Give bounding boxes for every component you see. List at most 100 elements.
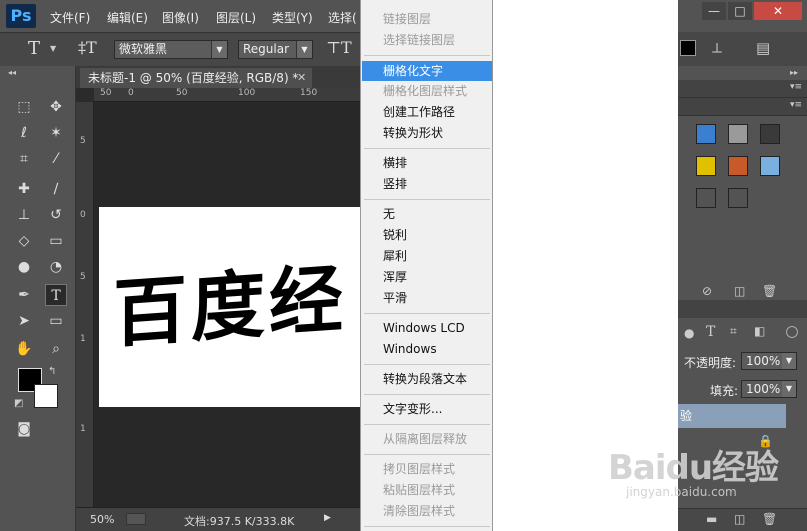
history-brush-tool-icon[interactable]: ↺	[45, 204, 67, 226]
font-style-dropdown[interactable]: Regular ▼	[238, 40, 313, 59]
style-swatch[interactable]	[760, 156, 780, 176]
gradient-tool-icon[interactable]: ▭	[45, 230, 67, 252]
character-panel-icon[interactable]: ▤	[756, 39, 770, 57]
default-colors-icon[interactable]: ◩	[14, 398, 23, 409]
text-color-swatch[interactable]	[680, 40, 696, 56]
document-canvas[interactable]: 百度经	[99, 207, 360, 407]
new-style-icon[interactable]: ◫	[734, 284, 745, 298]
menu-item-antialias-crisp[interactable]: 犀利	[362, 246, 492, 266]
menu-item-windows[interactable]: Windows	[362, 339, 492, 359]
zoom-tool-icon[interactable]: ⌕	[45, 338, 67, 360]
menu-item-antialias-smooth[interactable]: 平滑	[362, 288, 492, 308]
dodge-tool-icon[interactable]: ◔	[45, 256, 67, 278]
menu-item-paste-layer-style[interactable]: 粘贴图层样式	[362, 480, 492, 500]
swap-colors-icon[interactable]: ↰	[48, 366, 56, 377]
font-size-icon[interactable]: ⊤T	[326, 38, 352, 57]
menu-edit[interactable]: 编辑(E)	[107, 9, 148, 26]
status-menu-arrow-icon[interactable]: ▶	[324, 513, 331, 523]
menu-type[interactable]: 类型(Y)	[272, 9, 313, 26]
menu-select[interactable]: 选择(	[328, 9, 357, 26]
menu-item-release-isolation[interactable]: 从隔离图层释放	[362, 429, 492, 449]
tool-preset-dropdown-icon[interactable]: ▼	[50, 44, 56, 53]
menu-item-horizontal[interactable]: 横排	[362, 153, 492, 173]
minimize-button[interactable]: —	[702, 2, 726, 20]
menu-item-antialias-strong[interactable]: 浑厚	[362, 267, 492, 287]
zoom-level[interactable]: 50%	[90, 513, 114, 526]
clone-stamp-tool-icon[interactable]: ⊥	[13, 204, 35, 226]
menu-item-convert-to-shape[interactable]: 转换为形状	[362, 123, 492, 143]
panel-header	[678, 80, 807, 98]
type-filter-icon[interactable]: T	[706, 324, 715, 340]
layer-row-text[interactable]: 验	[678, 404, 786, 428]
pen-tool-icon[interactable]: ✒	[13, 284, 35, 306]
lasso-tool-icon[interactable]: ℓ	[13, 122, 35, 144]
warp-text-icon[interactable]: ⟂	[712, 39, 722, 57]
menu-item-windows-lcd[interactable]: Windows LCD	[362, 318, 492, 338]
move-tool-icon[interactable]: ✥	[45, 96, 67, 118]
quick-mask-icon[interactable]: ◙	[13, 418, 35, 440]
canvas-text-layer[interactable]: 百度经	[113, 239, 347, 362]
type-tool-active-icon[interactable]: T	[45, 284, 67, 306]
eyedropper-tool-icon[interactable]: ⁄	[45, 148, 67, 170]
status-bar: 50% 文档:937.5 K/333.8K ▶	[76, 507, 360, 531]
eraser-tool-icon[interactable]: ◇	[13, 230, 35, 252]
menu-item-rasterize-layer-style[interactable]: 栅格化图层样式	[362, 81, 492, 101]
menu-item-select-linked-layers[interactable]: 选择链接图层	[362, 30, 492, 50]
document-tab[interactable]: 未标题-1 @ 50% (百度经验, RGB/8) *	[80, 68, 312, 88]
collapse-panel-icon[interactable]: ◂◂	[8, 68, 16, 77]
menu-item-antialias-sharp[interactable]: 锐利	[362, 225, 492, 245]
healing-brush-tool-icon[interactable]: ✚	[13, 178, 35, 200]
menu-file[interactable]: 文件(F)	[50, 9, 90, 26]
smart-object-filter-icon[interactable]: ◧	[754, 324, 765, 338]
font-family-dropdown[interactable]: 微软雅黑 ▼	[114, 40, 228, 59]
background-color-swatch[interactable]	[34, 384, 58, 408]
style-swatch[interactable]	[696, 124, 716, 144]
style-swatch[interactable]	[696, 156, 716, 176]
style-swatch[interactable]	[728, 156, 748, 176]
type-tool-icon[interactable]: T	[28, 38, 40, 59]
menu-item-warp-text[interactable]: 文字变形...	[362, 399, 492, 419]
menu-item-antialias-none[interactable]: 无	[362, 204, 492, 224]
path-selection-tool-icon[interactable]: ➤	[13, 310, 35, 332]
style-swatch[interactable]	[728, 188, 748, 208]
clear-style-icon[interactable]: ⊘	[702, 284, 712, 298]
close-tab-icon[interactable]: ✕	[297, 71, 306, 84]
layer-name: 验	[680, 409, 693, 423]
style-swatch[interactable]	[696, 188, 716, 208]
panel-menu-icon[interactable]: ▾≡	[790, 82, 802, 92]
crop-tool-icon[interactable]: ⌗	[13, 148, 35, 170]
menu-item-convert-to-paragraph[interactable]: 转换为段落文本	[362, 369, 492, 389]
menu-separator	[364, 199, 490, 200]
magic-wand-tool-icon[interactable]: ✶	[45, 122, 67, 144]
style-swatch[interactable]	[760, 124, 780, 144]
style-swatch[interactable]	[728, 124, 748, 144]
delete-style-icon[interactable]: 🗑	[762, 284, 777, 298]
menu-item-vertical[interactable]: 竖排	[362, 174, 492, 194]
menu-item-clear-layer-style[interactable]: 清除图层样式	[362, 501, 492, 521]
document-tab-title: 未标题-1 @ 50% (百度经验, RGB/8) *	[88, 71, 299, 85]
panel-menu-icon[interactable]: ▾≡	[790, 100, 802, 110]
maximize-button[interactable]: □	[728, 2, 752, 20]
shape-filter-icon[interactable]: ⌗	[730, 324, 737, 339]
toggle-orientation-icon[interactable]: ‡T	[78, 38, 97, 57]
menu-image[interactable]: 图像(I)	[162, 9, 199, 26]
new-layer-icon[interactable]: ◫	[734, 512, 745, 526]
marquee-tool-icon[interactable]: ⬚	[13, 96, 35, 118]
blur-tool-icon[interactable]: ●	[13, 256, 35, 278]
menu-item-link-layers[interactable]: 链接图层	[362, 9, 492, 29]
close-button[interactable]: ✕	[754, 2, 802, 20]
filter-toggle-icon[interactable]	[786, 326, 798, 338]
rectangle-tool-icon[interactable]: ▭	[45, 310, 67, 332]
menu-item-rasterize-type[interactable]: 栅格化文字	[362, 61, 492, 81]
pixel-filter-icon[interactable]: ●	[684, 326, 694, 340]
menu-item-copy-layer-style[interactable]: 拷贝图层样式	[362, 459, 492, 479]
brush-tool-icon[interactable]: ∕	[45, 178, 67, 200]
new-group-icon[interactable]: ▬	[706, 512, 717, 526]
menu-layer[interactable]: 图层(L)	[216, 9, 256, 26]
fill-dropdown[interactable]: 100% ▼	[741, 380, 797, 398]
menu-item-create-work-path[interactable]: 创建工作路径	[362, 102, 492, 122]
expand-panel-icon[interactable]: ▸▸	[790, 68, 798, 77]
delete-layer-icon[interactable]: 🗑	[762, 512, 777, 526]
hand-tool-icon[interactable]: ✋	[13, 338, 35, 360]
opacity-dropdown[interactable]: 100% ▼	[741, 352, 797, 370]
